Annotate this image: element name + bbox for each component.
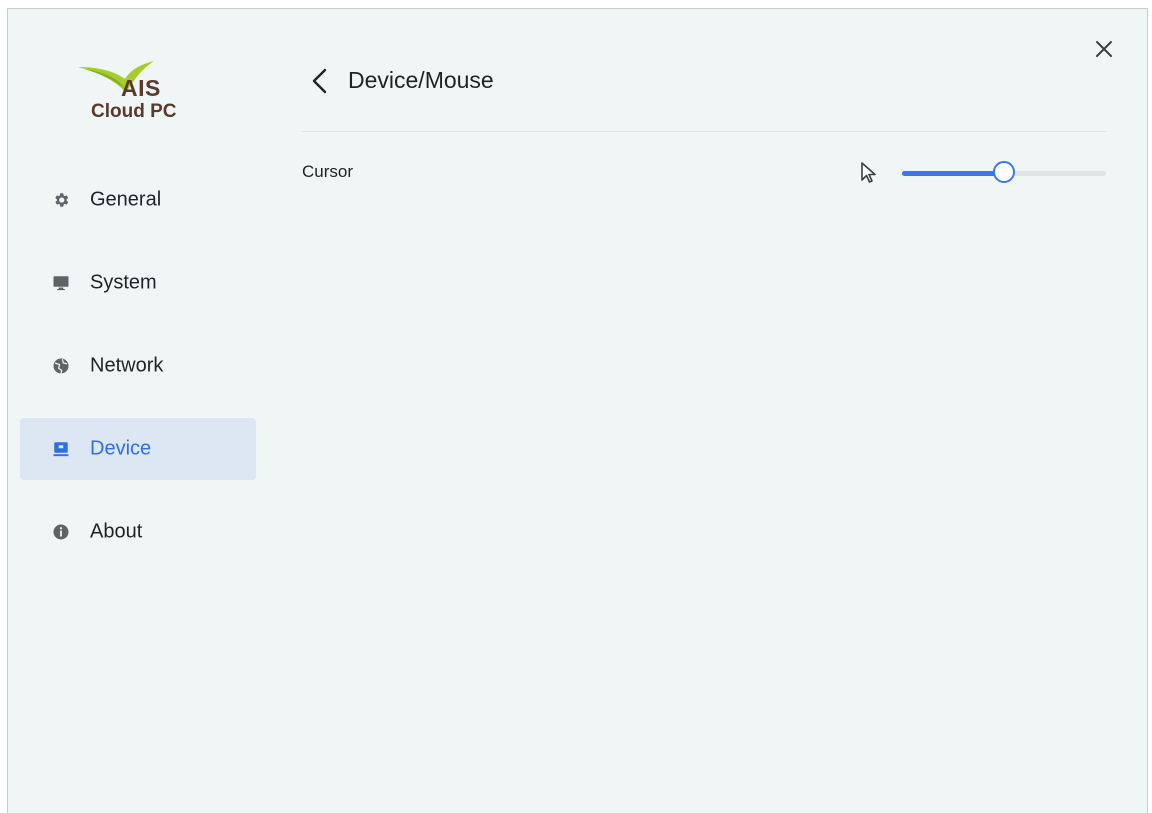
logo-product-text: Cloud PC (91, 101, 177, 122)
cursor-size-slider[interactable] (902, 160, 1106, 186)
settings-window: AIS Cloud PC General System Network Devi… (7, 8, 1148, 813)
sidebar-item-general[interactable]: General (20, 169, 256, 231)
slider-fill (902, 171, 1004, 176)
header-divider (302, 131, 1106, 132)
slider-thumb[interactable] (993, 161, 1015, 183)
close-icon (1096, 41, 1112, 57)
sidebar-item-label: About (90, 520, 143, 543)
sidebar-item-label: General (90, 188, 162, 211)
chevron-left-icon (312, 68, 327, 94)
sidebar-item-label: Device (90, 437, 152, 460)
device-icon (52, 440, 70, 458)
sidebar-item-device[interactable]: Device (20, 418, 256, 480)
logo-brand-text: AIS (121, 75, 161, 101)
globe-icon (52, 357, 70, 375)
sidebar-item-network[interactable]: Network (20, 335, 256, 397)
close-button[interactable] (1092, 37, 1116, 61)
sidebar-nav: General System Network Device About (20, 169, 256, 584)
page-title: Device/Mouse (348, 67, 494, 93)
cursor-arrow-icon (860, 161, 878, 185)
ais-cloud-pc-logo: AIS Cloud PC (78, 59, 188, 139)
monitor-icon (52, 274, 70, 292)
gear-icon (52, 191, 70, 209)
info-icon (52, 523, 70, 541)
sidebar-item-about[interactable]: About (20, 501, 256, 563)
sidebar-item-system[interactable]: System (20, 252, 256, 314)
sidebar-item-label: System (90, 271, 157, 294)
sidebar-item-label: Network (90, 354, 164, 377)
cursor-setting-label: Cursor (302, 162, 354, 181)
back-button[interactable] (308, 65, 332, 97)
